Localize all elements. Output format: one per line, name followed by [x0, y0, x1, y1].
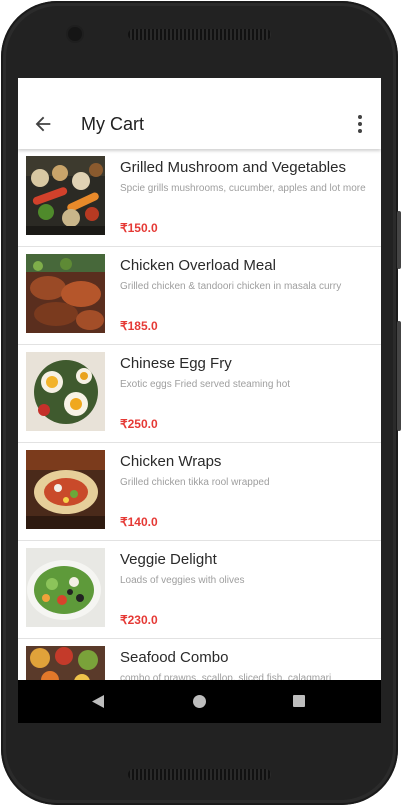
item-description: Exotic eggs Fried served steaming hot	[120, 379, 291, 390]
item-description: Loads of veggies with olives	[120, 575, 245, 586]
item-description: Grilled chicken & tandoori chicken in ma…	[120, 281, 342, 292]
item-name: Chinese Egg Fry	[120, 355, 232, 372]
volume-button	[397, 211, 401, 269]
food-image	[26, 352, 105, 431]
bottom-speaker	[128, 769, 271, 780]
item-price: ₹185.0	[120, 319, 158, 333]
item-description: Spcie grills mushrooms, cucumber, apples…	[120, 183, 366, 194]
nav-recents-square-icon[interactable]	[292, 694, 306, 708]
cart-item[interactable]: Veggie Delight Loads of veggies with oli…	[18, 541, 381, 639]
app-screen: My Cart Grilled Mushroom and Vegetables	[18, 78, 381, 723]
item-name: Grilled Mushroom and Vegetables	[120, 159, 346, 176]
item-name: Chicken Wraps	[120, 453, 222, 470]
system-nav-bar	[18, 680, 381, 723]
item-price: ₹140.0	[120, 515, 158, 529]
arrow-back-icon[interactable]	[32, 113, 54, 135]
cart-item[interactable]: Chicken Wraps Grilled chicken tikka rool…	[18, 443, 381, 541]
food-image	[26, 156, 105, 235]
nav-home-circle-icon[interactable]	[192, 694, 207, 709]
item-price: ₹250.0	[120, 417, 158, 431]
top-speaker	[128, 29, 271, 40]
power-button	[397, 321, 401, 431]
item-description: Grilled chicken tikka rool wrapped	[120, 477, 270, 488]
food-image	[26, 548, 105, 627]
cart-list: Grilled Mushroom and Vegetables Spcie gr…	[18, 149, 381, 723]
food-image	[26, 254, 105, 333]
item-name: Seafood Combo	[120, 649, 229, 666]
item-price: ₹230.0	[120, 613, 158, 627]
page-title: My Cart	[81, 114, 144, 134]
cart-item[interactable]: Grilled Mushroom and Vegetables Spcie gr…	[18, 149, 381, 247]
app-bar: My Cart	[18, 78, 381, 149]
food-image	[26, 450, 105, 529]
item-name: Chicken Overload Meal	[120, 257, 276, 274]
cart-item[interactable]: Chinese Egg Fry Exotic eggs Fried served…	[18, 345, 381, 443]
nav-back-triangle-icon[interactable]	[91, 694, 105, 709]
more-vert-icon[interactable]	[356, 114, 364, 134]
item-name: Veggie Delight	[120, 551, 217, 568]
front-camera	[68, 27, 82, 41]
cart-item[interactable]: Chicken Overload Meal Grilled chicken & …	[18, 247, 381, 345]
item-price: ₹150.0	[120, 221, 158, 235]
